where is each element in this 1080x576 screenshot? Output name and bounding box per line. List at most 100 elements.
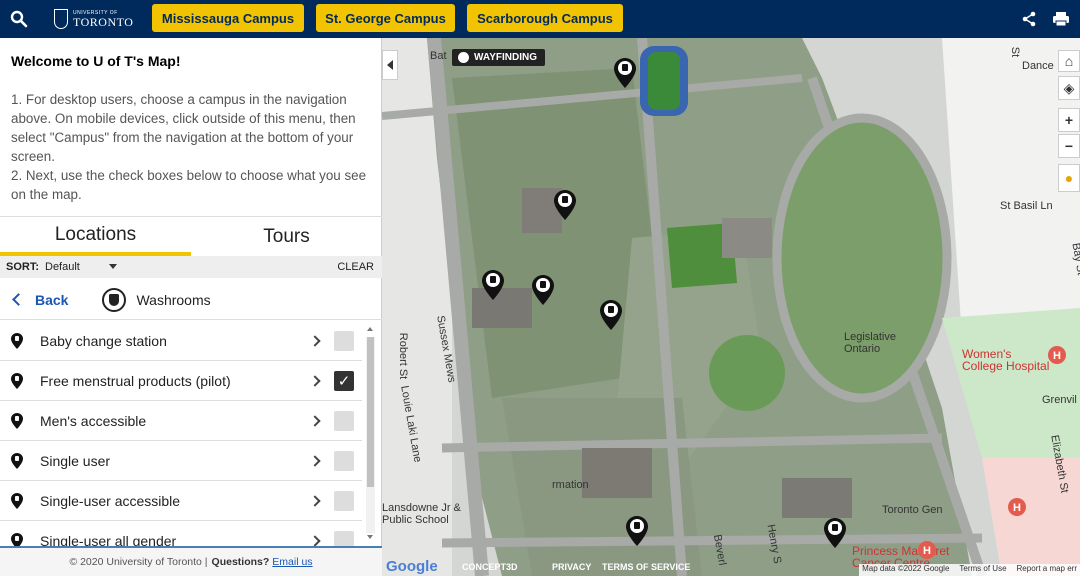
concept3d-logo: CONCEPT3D xyxy=(462,562,518,572)
chevron-right-icon[interactable] xyxy=(309,334,321,347)
list-item[interactable]: Free menstrual products (pilot) ✓ xyxy=(0,361,362,401)
scroll-up-icon[interactable] xyxy=(367,327,373,331)
chevron-right-icon[interactable] xyxy=(309,454,321,467)
chevron-down-icon[interactable] xyxy=(109,264,117,269)
university-logo[interactable]: UNIVERSITY OF TORONTO xyxy=(54,9,133,29)
checkbox[interactable] xyxy=(334,530,354,546)
list-scrollbar[interactable] xyxy=(366,327,375,543)
chevron-right-icon[interactable] xyxy=(309,374,321,387)
washroom-marker[interactable] xyxy=(554,190,576,220)
zoom-out-icon[interactable]: − xyxy=(1058,134,1080,158)
list-item-label: Single-user all gender xyxy=(40,532,177,547)
washroom-pin-icon xyxy=(11,492,23,509)
map-label-st-basil: St Basil Ln xyxy=(1000,200,1053,212)
st-george-campus-button[interactable]: St. George Campus xyxy=(316,4,455,32)
chevron-left-icon xyxy=(387,60,393,70)
checkbox[interactable] xyxy=(334,450,354,471)
wayfinding-button[interactable]: WAYFINDING xyxy=(452,49,545,66)
tab-tours[interactable]: Tours xyxy=(191,217,382,256)
search-icon xyxy=(10,10,28,28)
washroom-marker[interactable] xyxy=(482,270,504,300)
search-button[interactable] xyxy=(0,0,38,38)
washroom-marker[interactable] xyxy=(532,275,554,305)
washroom-list: Baby change station Free menstrual produ… xyxy=(0,321,362,546)
privacy-link[interactable]: PRIVACY xyxy=(552,562,591,572)
terms-of-use-link[interactable]: Terms of Use xyxy=(959,564,1006,576)
washroom-marker[interactable] xyxy=(626,516,648,546)
map-label-grenville: Grenvil xyxy=(1042,394,1077,406)
share-icon[interactable] xyxy=(1022,11,1036,27)
top-nav-bar: UNIVERSITY OF TORONTO Mississauga Campus… xyxy=(0,0,1080,38)
crest-icon xyxy=(54,9,68,29)
print-icon[interactable] xyxy=(1052,11,1070,27)
map-label-lansdowne: Lansdowne Jr & Public School xyxy=(382,502,461,526)
home-icon[interactable]: ⌂ xyxy=(1058,50,1080,72)
chevron-right-icon[interactable] xyxy=(309,494,321,507)
zoom-in-icon[interactable]: + xyxy=(1058,108,1080,132)
map-data-text: Map data ©2022 Google xyxy=(862,564,950,573)
washroom-marker[interactable] xyxy=(824,518,846,548)
svg-text:H: H xyxy=(1053,350,1061,362)
list-item[interactable]: Men's accessible xyxy=(0,401,362,441)
hospital-icon[interactable]: H xyxy=(918,541,936,559)
washroom-marker[interactable] xyxy=(614,58,636,88)
back-button[interactable]: Back xyxy=(12,292,68,308)
washroom-pin-icon xyxy=(11,532,23,546)
scroll-down-icon[interactable] xyxy=(367,535,373,539)
list-item[interactable]: Baby change station xyxy=(0,321,362,361)
map-canvas[interactable] xyxy=(382,38,1080,576)
panel-tabs: Locations Tours xyxy=(0,216,382,256)
list-item[interactable]: Single-user all gender xyxy=(0,521,362,546)
hospital-icon[interactable]: H xyxy=(1008,498,1026,516)
scarborough-campus-button[interactable]: Scarborough Campus xyxy=(467,4,623,32)
sort-select[interactable]: Default xyxy=(45,261,80,273)
side-panel: Welcome to U of T's Map! 1. For desktop … xyxy=(0,38,382,576)
map-label-toronto-general: Toronto Gen xyxy=(882,504,943,516)
scrollbar-thumb[interactable] xyxy=(367,337,374,487)
tab-locations[interactable]: Locations xyxy=(0,217,191,256)
google-logo: Google xyxy=(386,558,438,575)
panel-footer: © 2020 University of Toronto | Questions… xyxy=(0,546,382,576)
washroom-pin-icon xyxy=(11,412,23,429)
email-us-link[interactable]: Email us xyxy=(272,556,312,568)
map-label-mation: rmation xyxy=(552,479,589,491)
collapse-panel-button[interactable] xyxy=(382,50,398,80)
clear-button[interactable]: CLEAR xyxy=(337,261,374,273)
list-item[interactable]: Single-user accessible xyxy=(0,481,362,521)
checkbox-checked[interactable]: ✓ xyxy=(334,370,354,391)
pegman-icon[interactable]: ● xyxy=(1058,164,1080,192)
svg-text:H: H xyxy=(1013,502,1021,514)
checkbox[interactable] xyxy=(334,330,354,351)
map-label-dance: Dance xyxy=(1022,60,1054,72)
map-label-bat: Bat xyxy=(430,50,447,62)
layers-icon[interactable]: ◈ xyxy=(1058,76,1080,100)
chevron-right-icon[interactable] xyxy=(309,534,321,546)
washroom-pin-icon xyxy=(11,372,23,389)
list-item[interactable]: Single user xyxy=(0,441,362,481)
list-item-label: Men's accessible xyxy=(40,412,147,429)
map-label-st-top: St xyxy=(1009,46,1022,58)
washroom-icon xyxy=(102,287,127,312)
sort-label: SORT: xyxy=(6,261,39,273)
chevron-left-icon xyxy=(12,293,25,306)
mississauga-campus-button[interactable]: Mississauga Campus xyxy=(152,4,304,32)
map-label-legislative: Legislative Ontario xyxy=(844,331,896,355)
hospital-icon[interactable]: H xyxy=(1048,346,1066,364)
list-item-label: Baby change station xyxy=(40,332,167,349)
washroom-marker[interactable] xyxy=(600,300,622,330)
campus-map[interactable]: WAYFINDING ⌂ ◈ + − ● Bat Dance St St Bas… xyxy=(382,38,1080,576)
wayfinding-label: WAYFINDING xyxy=(474,52,537,63)
report-error-link[interactable]: Report a map err xyxy=(1017,564,1077,576)
map-label-womens-college: Women's College Hospital xyxy=(962,347,1050,373)
welcome-title: Welcome to U of T's Map! xyxy=(11,53,181,69)
svg-text:H: H xyxy=(923,545,931,557)
chevron-right-icon[interactable] xyxy=(309,414,321,427)
questions-label: Questions? xyxy=(211,556,270,568)
copyright-text: © 2020 University of Toronto | xyxy=(69,556,208,568)
map-label-robert-st: Robert St xyxy=(397,332,410,380)
terms-of-service-link[interactable]: TERMS OF SERVICE xyxy=(602,562,690,572)
checkbox[interactable] xyxy=(334,490,354,511)
list-item-label: Single-user accessible xyxy=(40,492,181,509)
checkbox[interactable] xyxy=(334,410,354,431)
map-attribution: Map data ©2022 Google Terms of Use Repor… xyxy=(859,564,1080,576)
